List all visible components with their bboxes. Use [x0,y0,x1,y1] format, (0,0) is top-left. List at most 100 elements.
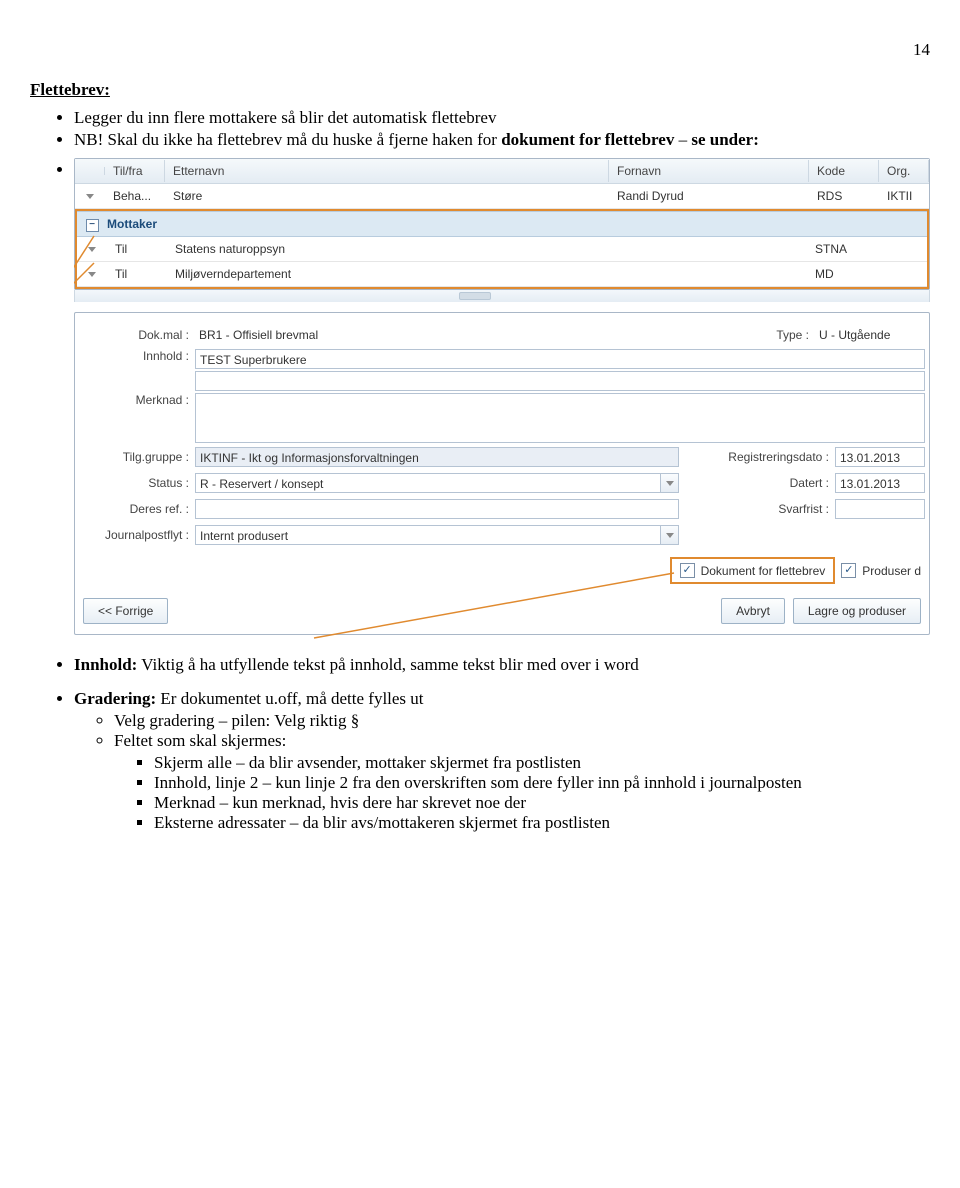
dokmal-label: Dok.mal : [79,328,195,342]
row-til-2[interactable]: Til Miljøverndepartement MD [77,262,927,287]
merknad-label: Merknad : [79,393,195,407]
status-dropdown-button[interactable] [661,473,679,493]
skjermes-list: Skjerm alle – da blir avsender, mottaker… [114,753,930,833]
innhold-label: Innhold : [79,349,195,363]
tilggruppe-label: Tilg.gruppe : [79,450,195,464]
bullet-gradering-label: Gradering: [74,689,156,708]
hdr-tilfra: Til/fra [105,160,165,182]
avbryt-button[interactable]: Avbryt [721,598,785,624]
bullet-innhold-label: Innhold: [74,655,137,674]
lagre-button[interactable]: Lagre og produser [793,598,921,624]
bullet-list-bottom: Innhold: Viktig å ha utfyllende tekst på… [30,655,930,675]
row-til1-dd[interactable] [77,238,107,260]
bullet-list-top: Legger du inn flere mottakere så blir de… [30,108,930,150]
bullet-1: Legger du inn flere mottakere så blir de… [74,108,930,128]
hdr-blank [75,167,105,175]
bullet-screenshot-wrap: Til/fra Etternavn Fornavn Kode Org. Beha… [30,158,930,635]
bullet-innhold: Innhold: Viktig å ha utfyllende tekst på… [74,655,930,675]
section-title: Flettebrev: [30,80,930,100]
row-til2-tilfra: Til [107,263,167,285]
bullet-gradering: Gradering: Er dokumentet u.off, må dette… [74,689,930,833]
mottaker-expand[interactable]: − [77,216,107,232]
bullet-gradering-text: Er dokumentet u.off, må dette fylles ut [156,689,423,708]
row-til1-org [877,245,927,253]
produser-checkbox[interactable] [841,563,856,578]
row-mottaker[interactable]: − Mottaker [77,211,927,237]
svarfrist-field[interactable] [835,499,925,519]
bullet-list-gradering: Gradering: Er dokumentet u.off, må dette… [30,689,930,833]
datert-label: Datert : [699,476,835,490]
bullet-2-pre: NB! Skal du ikke ha flettebrev må du hus… [74,130,501,149]
row-beha-org: IKTII [879,185,929,207]
row-til1-etternavn: Statens naturoppsyn [167,238,607,260]
merknad-field[interactable] [195,393,925,443]
chevron-down-icon [666,481,674,486]
sq-eksterne: Eksterne adressater – da blir avs/mottak… [154,813,930,833]
row-til1-tilfra: Til [107,238,167,260]
gradering-sublist: Velg gradering – pilen: Velg riktig § Fe… [74,711,930,833]
type-label: Type : [679,328,815,342]
row-beha-etternavn: Støre [165,185,609,207]
bullet-2-bold1: dokument for flettebrev [501,130,674,149]
hdr-fornavn: Fornavn [609,160,809,182]
sq-innhold-linje2: Innhold, linje 2 – kun linje 2 fra den o… [154,773,930,793]
chevron-down-icon [88,272,96,277]
svarfrist-label: Svarfrist : [699,502,835,516]
regdato-label: Registreringsdato : [699,450,835,464]
chevron-down-icon [88,247,96,252]
minus-box-icon: − [86,219,99,232]
row-beha-dd[interactable] [75,185,105,207]
hdr-etternavn: Etternavn [165,160,609,182]
sq-skjerm-alle: Skjerm alle – da blir avsender, mottaker… [154,753,930,773]
regdato-field[interactable]: 13.01.2013 [835,447,925,467]
participants-table: Til/fra Etternavn Fornavn Kode Org. Beha… [74,158,930,290]
deresref-field[interactable] [195,499,679,519]
deresref-label: Deres ref. : [79,502,195,516]
row-til1-kode: STNA [807,238,877,260]
bullet-2-bold2: se under: [691,130,759,149]
hdr-org: Org. [879,160,929,182]
flettebrev-checkbox[interactable] [680,563,695,578]
chevron-down-icon [666,533,674,538]
jpflyt-field[interactable]: Internt produsert [195,525,661,545]
jpflyt-label: Journalpostflyt : [79,528,195,542]
status-label: Status : [79,476,195,490]
innhold-field-2[interactable] [195,371,925,391]
mottaker-label: Mottaker [107,217,927,231]
row-til2-etternavn: Miljøverndepartement [167,263,607,285]
chevron-down-icon [86,194,94,199]
row-til2-org [877,270,927,278]
screenshot-bullet: Til/fra Etternavn Fornavn Kode Org. Beha… [74,158,930,635]
row-til-1[interactable]: Til Statens naturoppsyn STNA [77,237,927,262]
bullet-2: NB! Skal du ikke ha flettebrev må du hus… [74,130,930,150]
mottaker-highlight: − Mottaker Til Statens naturoppsyn STNA … [75,209,929,289]
checkbox-row: Dokument for flettebrev Produser d [79,549,925,592]
sub-feltet: Feltet som skal skjermes: Skjerm alle – … [114,731,930,833]
status-field[interactable]: R - Reservert / konsept [195,473,661,493]
row-beha-kode: RDS [809,185,879,207]
hdr-kode: Kode [809,160,879,182]
horizontal-scrollbar[interactable] [74,290,930,302]
page-number: 14 [30,40,930,60]
row-til2-kode: MD [807,263,877,285]
datert-field[interactable]: 13.01.2013 [835,473,925,493]
screenshot: Til/fra Etternavn Fornavn Kode Org. Beha… [74,158,930,635]
tilggruppe-field[interactable]: IKTINF - Ikt og Informasjonsforvaltninge… [195,447,679,467]
sq-merknad: Merknad – kun merknad, hvis dere har skr… [154,793,930,813]
jpflyt-dropdown-button[interactable] [661,525,679,545]
row-til2-fornavn [607,270,807,278]
row-beha-fornavn: Randi Dyrud [609,185,809,207]
row-til2-dd[interactable] [77,263,107,285]
flettebrev-highlight: Dokument for flettebrev [670,557,836,584]
sub-velg-gradering: Velg gradering – pilen: Velg riktig § [114,711,930,731]
forrige-button[interactable]: << Forrige [83,598,168,624]
bullet-2-mid: – [674,130,691,149]
dokmal-value: BR1 - Offisiell brevmal [195,325,659,345]
flettebrev-label: Dokument for flettebrev [701,564,826,578]
row-til1-fornavn [607,245,807,253]
row-beha[interactable]: Beha... Støre Randi Dyrud RDS IKTII [75,184,929,209]
innhold-field-1[interactable]: TEST Superbrukere [195,349,925,369]
button-row: << Forrige Avbryt Lagre og produser [79,592,925,630]
scroll-thumb[interactable] [459,292,491,300]
row-beha-tilfra: Beha... [105,185,165,207]
